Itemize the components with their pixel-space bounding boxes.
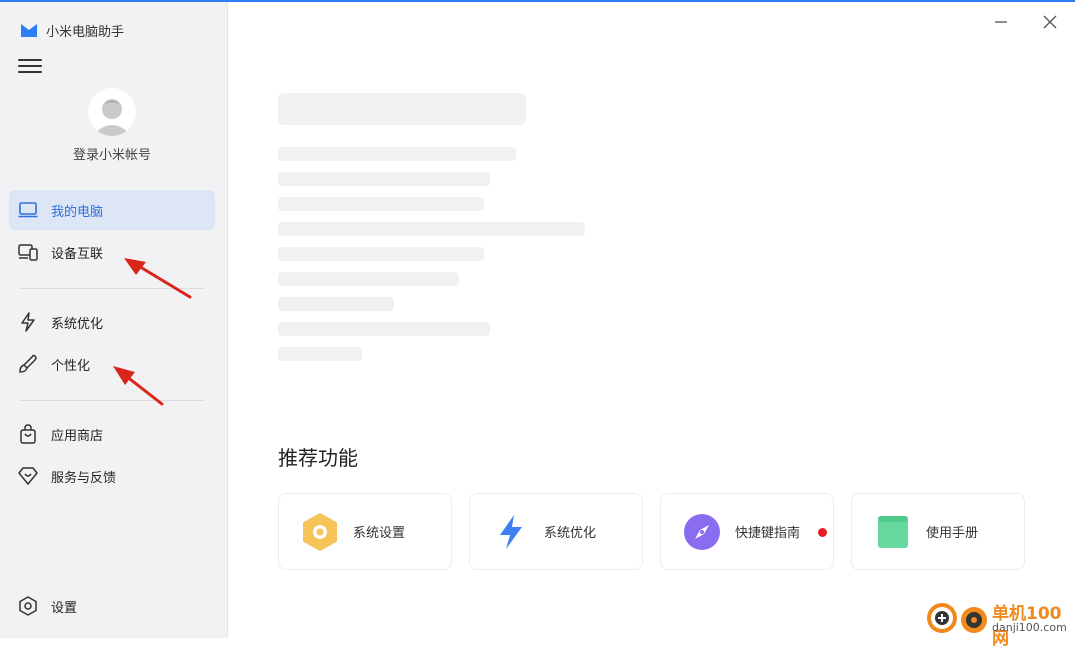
notification-dot [818,528,827,537]
section-title: 推荐功能 [278,446,358,470]
sidebar-item-my-computer[interactable]: 我的电脑 [9,190,215,230]
app-title: 小米电脑助手 [20,20,124,40]
diamond-heart-icon [18,466,38,486]
login-link[interactable]: 登录小米帐号 [0,144,224,163]
sidebar-item-service-feedback[interactable]: 服务与反馈 [9,456,215,496]
sidebar-item-label: 我的电脑 [51,204,104,220]
watermark-domain: danji100.com [992,621,1067,634]
sidebar-item-label: 个性化 [51,358,91,374]
feature-card-system-settings[interactable]: 系统设置 [278,493,452,570]
feature-card-label: 使用手册 [926,526,979,541]
book-icon [874,513,912,551]
sidebar-item-settings[interactable]: 设置 [9,586,215,626]
sidebar-item-device-link[interactable]: 设备互联 [9,232,215,272]
settings-hexagon-icon [18,596,38,616]
lightning-icon [492,513,530,551]
minimize-button[interactable] [989,10,1013,34]
feature-card-label: 系统设置 [353,526,406,541]
feature-card-system-optimize[interactable]: 系统优化 [469,493,643,570]
skeleton-line [278,322,490,336]
skeleton-line [278,147,516,161]
close-icon [1043,15,1057,29]
feature-card-label: 快捷键指南 [735,526,801,541]
sidebar-item-label: 设备互联 [51,246,104,262]
close-button[interactable] [1038,10,1062,34]
compass-icon [683,513,721,551]
skeleton-line [278,297,394,311]
sidebar-item-label: 系统优化 [51,316,104,332]
sidebar-item-label: 设置 [51,600,78,616]
shopping-bag-icon [18,424,38,444]
sidebar-divider [20,288,204,289]
lightning-icon [18,312,38,332]
skeleton-line [278,272,459,286]
sidebar-item-label: 应用商店 [51,428,104,444]
feature-card-label: 系统优化 [544,526,597,541]
skeleton-line [278,347,362,361]
hamburger-menu-icon[interactable] [18,56,42,76]
laptop-icon [18,200,38,220]
sidebar-divider [20,400,204,401]
hexagon-settings-icon [301,512,339,551]
feature-card-shortcut-guide[interactable]: 快捷键指南 [660,493,834,570]
app-title-text: 小米电脑助手 [46,24,125,40]
sidebar-item-system-optimize[interactable]: 系统优化 [9,302,215,342]
sidebar-item-label: 服务与反馈 [51,470,117,486]
user-avatar-icon [88,88,136,136]
sidebar-item-app-store[interactable]: 应用商店 [9,414,215,454]
minimize-icon [995,21,1007,23]
app-logo-icon [21,24,37,37]
skeleton-line [278,172,490,186]
sidebar: 小米电脑助手 登录小米帐号 我的电脑 设备互联 系统优化 个性化 应用商店 服务… [0,2,228,638]
skeleton-line [278,222,585,236]
devices-icon [18,242,38,262]
brush-icon [18,354,38,374]
sidebar-item-personalize[interactable]: 个性化 [9,344,215,384]
avatar[interactable] [88,88,136,136]
skeleton-line [278,197,484,211]
feature-card-user-manual[interactable]: 使用手册 [851,493,1025,570]
skeleton-line [278,247,484,261]
skeleton-title [278,93,526,125]
